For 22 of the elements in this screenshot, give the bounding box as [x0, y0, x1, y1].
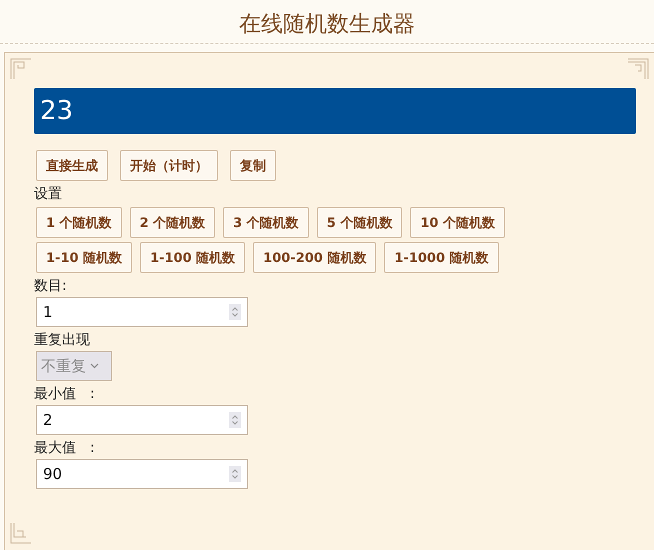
settings-label: 设置: [34, 185, 63, 203]
preset-button[interactable]: 1-1000 随机数: [384, 242, 499, 273]
result-display: 23: [34, 88, 636, 134]
preset-button[interactable]: 2 个随机数: [130, 207, 216, 238]
preset-button[interactable]: 1-100 随机数: [140, 242, 246, 273]
preset-button[interactable]: 5 个随机数: [316, 207, 402, 238]
preset-button[interactable]: 100-200 随机数: [253, 242, 376, 273]
preset-button[interactable]: 1 个随机数: [36, 207, 122, 238]
field-label: 最小值 :: [34, 385, 96, 403]
action-button[interactable]: 直接生成: [36, 150, 108, 181]
action-button[interactable]: 复制: [230, 150, 276, 181]
preset-button[interactable]: 3 个随机数: [223, 207, 309, 238]
field-label: 最大值 :: [34, 439, 96, 457]
number-field[interactable]: 90: [36, 459, 248, 489]
page-title: 在线随机数生成器: [239, 10, 415, 38]
number-field[interactable]: 2: [36, 405, 248, 435]
preset-button[interactable]: 1-10 随机数: [36, 242, 132, 273]
field-label: 重复出现: [34, 331, 91, 349]
preset-button[interactable]: 10 个随机数: [410, 207, 505, 238]
action-button[interactable]: 开始（计时）: [120, 150, 218, 181]
number-field[interactable]: 1: [36, 297, 248, 327]
field-label: 数目:: [34, 277, 68, 295]
